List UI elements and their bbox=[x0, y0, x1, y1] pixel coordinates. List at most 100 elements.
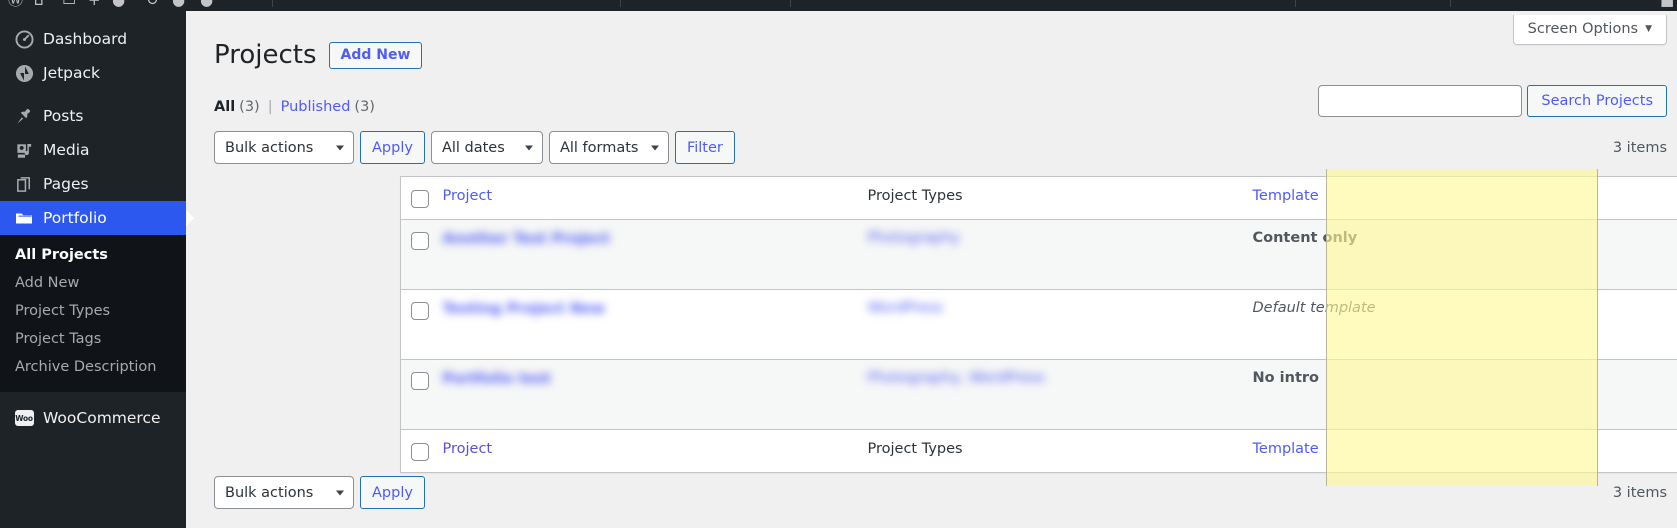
woo-badge-label: Woo bbox=[14, 410, 34, 426]
woo-icon[interactable]: ● bbox=[200, 0, 213, 10]
sidebar-item-label: WooCommerce bbox=[43, 409, 161, 427]
row-checkbox-cell bbox=[400, 289, 443, 360]
view-separator: | bbox=[267, 99, 273, 115]
column-header-template-link[interactable]: Template bbox=[1253, 188, 1319, 204]
updates-icon[interactable]: ↻ bbox=[146, 0, 159, 10]
filter-by-date-select[interactable]: All dates bbox=[430, 131, 543, 164]
sidebar-item-woocommerce[interactable]: Woo WooCommerce bbox=[0, 401, 186, 435]
column-footer-template-link[interactable]: Template bbox=[1253, 441, 1319, 457]
row-checkbox[interactable] bbox=[411, 372, 429, 390]
table-row: Testing Project New WordPress Default te… bbox=[400, 289, 1677, 360]
select-all-header bbox=[400, 176, 443, 220]
search-box: Search Projects bbox=[1318, 85, 1667, 117]
row-checkbox[interactable] bbox=[411, 302, 429, 320]
sidebar-subitem-project-tags[interactable]: Project Tags bbox=[0, 325, 186, 353]
bulk-actions-select-bottom[interactable]: Bulk actions bbox=[214, 476, 354, 509]
avatar-icon[interactable]: ■ bbox=[1660, 0, 1674, 10]
jetpack-icon[interactable]: ● bbox=[112, 0, 125, 10]
portfolio-folder-icon bbox=[10, 208, 38, 228]
screen-options-button[interactable]: Screen Options ▼ bbox=[1512, 15, 1667, 45]
site-home-icon[interactable]: ⌂ bbox=[34, 0, 44, 10]
row-title-link[interactable]: Portfolio test bbox=[443, 371, 551, 387]
sidebar-subitem-all-projects[interactable]: All Projects bbox=[0, 241, 186, 269]
view-all[interactable]: All (3) | bbox=[214, 99, 281, 115]
bulk-actions-select[interactable]: Bulk actions bbox=[214, 131, 354, 164]
column-footer-project-link[interactable]: Project bbox=[443, 441, 493, 457]
sidebar-item-pages[interactable]: Pages bbox=[0, 167, 186, 201]
plus-new-icon[interactable]: + bbox=[88, 0, 101, 10]
column-header-template[interactable]: Template bbox=[1252, 176, 1525, 220]
admin-bar-separator bbox=[1450, 0, 1451, 7]
view-all-count: (3) bbox=[239, 99, 260, 115]
search-input[interactable] bbox=[1318, 85, 1523, 117]
bulk-actions-value: Bulk actions bbox=[225, 139, 314, 156]
table-footer-row: Project Project Types Template bbox=[400, 429, 1677, 473]
row-title-cell: Portfolio test bbox=[442, 359, 868, 430]
column-footer-template[interactable]: Template bbox=[1252, 429, 1525, 473]
column-footer-project[interactable]: Project bbox=[442, 429, 868, 473]
sidebar-item-dashboard[interactable]: Dashboard bbox=[0, 22, 186, 56]
admin-bar-separator bbox=[620, 0, 621, 7]
sidebar-item-media[interactable]: Media bbox=[0, 133, 186, 167]
sidebar-subitem-project-types[interactable]: Project Types bbox=[0, 297, 186, 325]
row-checkbox[interactable] bbox=[411, 232, 429, 250]
admin-bar-separator bbox=[272, 0, 273, 7]
pin-icon bbox=[10, 107, 38, 126]
wordpress-logo-icon[interactable]: Ⓦ bbox=[8, 0, 23, 10]
add-new-button[interactable]: Add New bbox=[328, 42, 423, 70]
row-title-cell: Testing Project New bbox=[442, 289, 868, 360]
portfolio-submenu: All Projects Add New Project Types Proje… bbox=[0, 235, 186, 392]
row-template-cell: Content only bbox=[1252, 219, 1525, 290]
table-header-row: Project Project Types Template bbox=[400, 176, 1677, 220]
column-header-project-link[interactable]: Project bbox=[443, 188, 493, 204]
table-foot: Project Project Types Template bbox=[400, 429, 1677, 473]
woo-icon: Woo bbox=[10, 410, 38, 426]
row-types-cell: Photography bbox=[867, 219, 1253, 290]
bulk-actions-group: Bulk actions Apply All dates All formats… bbox=[214, 131, 1667, 164]
table-head: Project Project Types Template bbox=[400, 176, 1677, 220]
column-footer-project-types: Project Types bbox=[867, 429, 1253, 473]
row-types-link[interactable]: WordPress bbox=[868, 300, 943, 316]
apply-button-bottom[interactable]: Apply bbox=[360, 476, 425, 509]
select-all-checkbox-top[interactable] bbox=[411, 190, 429, 208]
column-footer-tail bbox=[1524, 429, 1677, 473]
row-types-link[interactable]: Photography bbox=[868, 230, 960, 246]
chevron-down-icon bbox=[336, 145, 344, 150]
sidebar-item-portfolio[interactable]: Portfolio bbox=[0, 201, 194, 235]
dashboard-gauge-icon bbox=[10, 29, 38, 49]
admin-bar: Ⓦ ⌂ ▭ + ● ↻ ● ● ■ bbox=[0, 0, 1677, 11]
row-template-value: Default template bbox=[1252, 300, 1376, 316]
row-types-cell: WordPress bbox=[867, 289, 1253, 360]
chevron-down-icon bbox=[650, 145, 659, 150]
chevron-down-icon: ▼ bbox=[1645, 24, 1652, 34]
yoast-icon[interactable]: ● bbox=[172, 0, 185, 10]
sidebar-item-jetpack[interactable]: Jetpack bbox=[0, 56, 186, 90]
tablenav-bottom: Bulk actions Apply 3 items bbox=[214, 476, 1667, 516]
comments-icon[interactable]: ▭ bbox=[62, 0, 76, 10]
apply-button-top[interactable]: Apply bbox=[360, 131, 425, 164]
sidebar-divider bbox=[0, 90, 186, 99]
filter-button[interactable]: Filter bbox=[674, 131, 735, 164]
pages-icon bbox=[10, 175, 38, 194]
column-header-project[interactable]: Project bbox=[442, 176, 868, 220]
row-title-link[interactable]: Testing Project New bbox=[443, 301, 606, 317]
column-header-tail bbox=[1524, 176, 1677, 220]
select-all-checkbox-bottom[interactable] bbox=[411, 443, 429, 461]
view-published[interactable]: Published (3) bbox=[281, 99, 375, 115]
row-types-link[interactable]: Photography, WordPress bbox=[868, 370, 1045, 386]
view-published-label[interactable]: Published bbox=[281, 99, 351, 115]
select-all-header-bottom bbox=[400, 429, 443, 473]
screen-meta-links: Screen Options ▼ bbox=[1512, 15, 1667, 45]
bulk-actions-group-bottom: Bulk actions Apply bbox=[214, 476, 1667, 509]
search-submit-button[interactable]: Search Projects bbox=[1527, 85, 1667, 117]
page-header: Projects Add New bbox=[214, 39, 423, 73]
posts-list-table: Project Project Types Template Another T… bbox=[400, 176, 1677, 473]
row-template-value: Content only bbox=[1252, 230, 1358, 246]
sidebar-subitem-archive-description[interactable]: Archive Description bbox=[0, 353, 186, 381]
sidebar-item-posts[interactable]: Posts bbox=[0, 99, 186, 133]
filter-by-format-select[interactable]: All formats bbox=[548, 131, 669, 164]
chevron-down-icon bbox=[524, 145, 533, 150]
sidebar-item-label: Dashboard bbox=[43, 30, 128, 48]
row-title-link[interactable]: Another Test Project bbox=[443, 231, 610, 247]
sidebar-subitem-add-new[interactable]: Add New bbox=[0, 269, 186, 297]
